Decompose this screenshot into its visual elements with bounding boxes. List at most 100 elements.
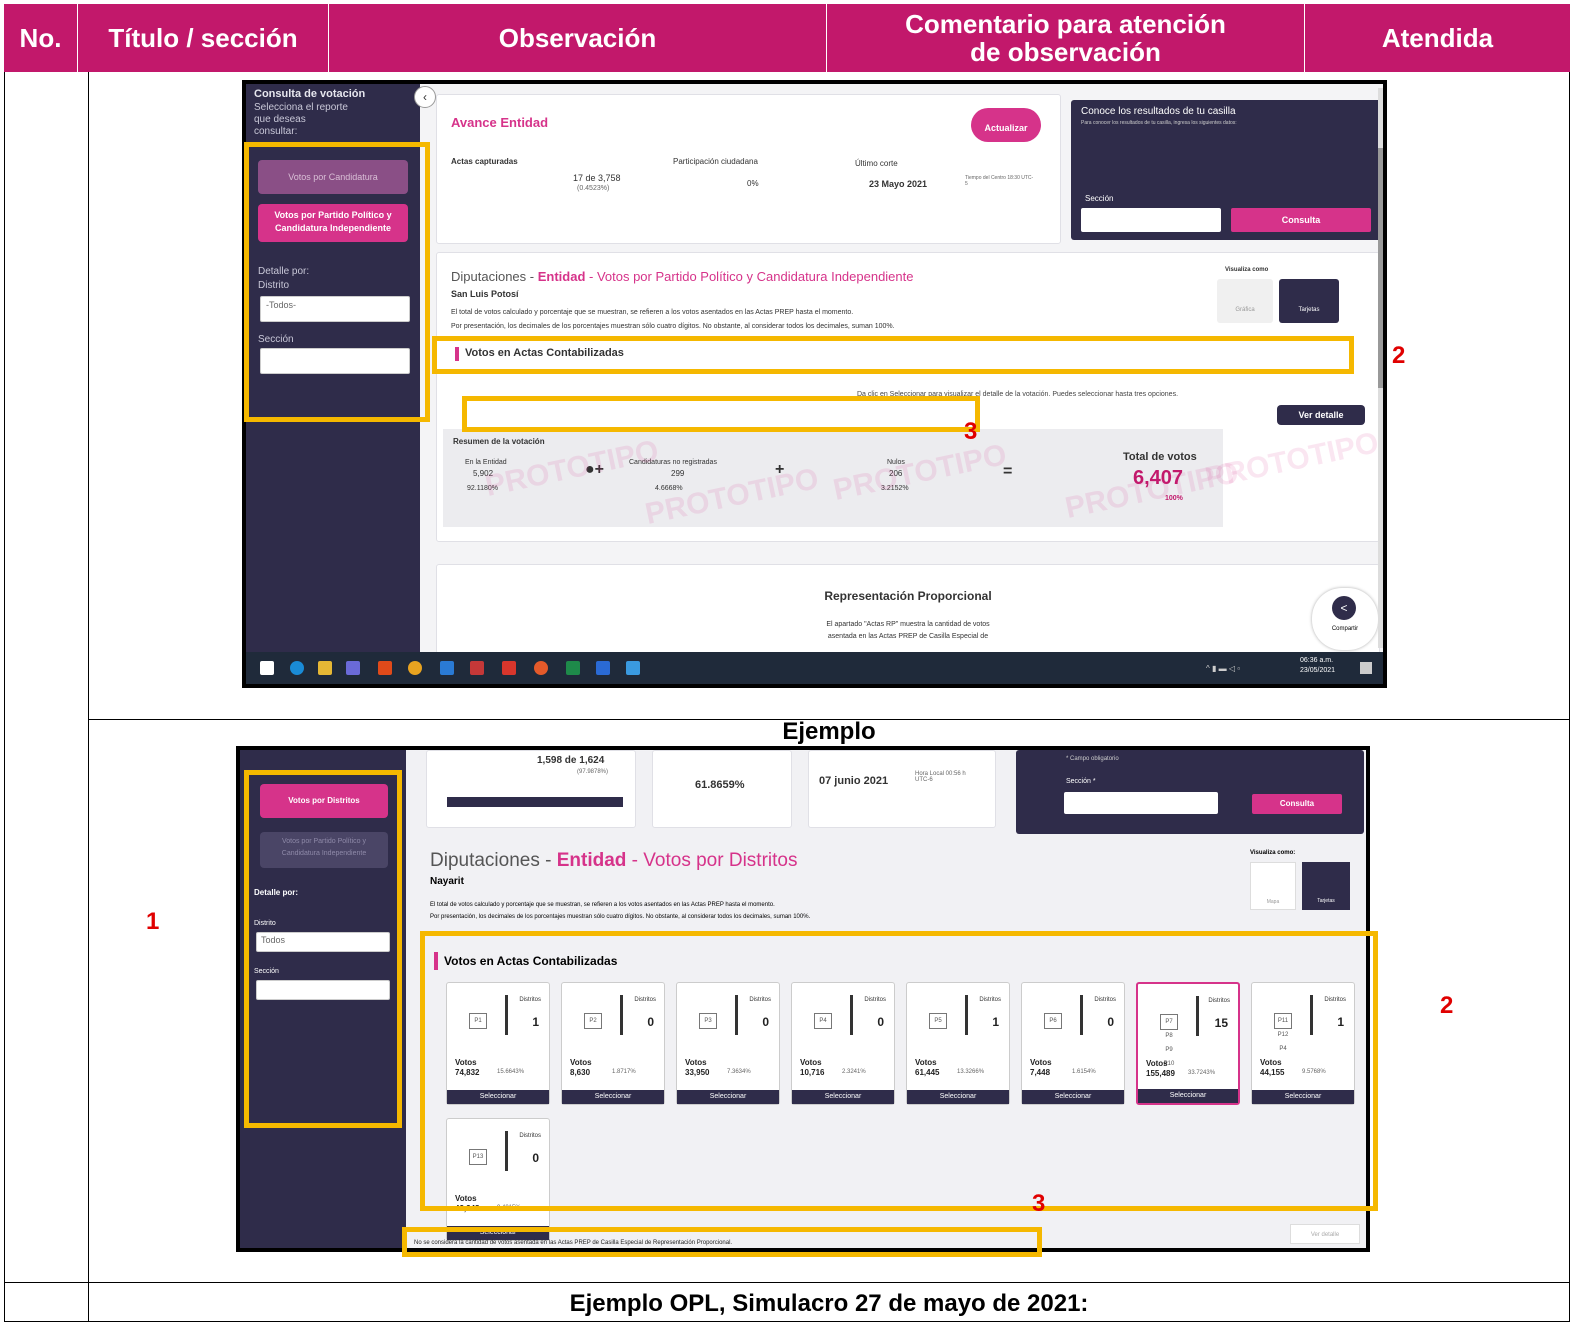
heading-suffix-2: - Votos por Distritos (626, 850, 798, 871)
edge-icon[interactable] (290, 661, 304, 675)
note-2: Por presentación, los decimales de los p… (451, 323, 895, 330)
note-2-2: Por presentación, los decimales de los p… (430, 914, 811, 920)
header-comentario: Comentario para atención de observación (827, 4, 1305, 72)
grid-row-divider-2 (4, 1282, 1570, 1283)
clock-date: 23/05/2021 (1300, 667, 1336, 674)
heading-prefix: Diputaciones - (451, 269, 538, 284)
compartir-share-button[interactable]: < Compartir (1312, 588, 1378, 650)
scrollbar[interactable] (1378, 88, 1383, 648)
heading-prefix-2: Diputaciones - (430, 850, 557, 871)
casilla-seccion-label: Sección (1085, 194, 1114, 203)
heading-entidad: Entidad (537, 269, 586, 284)
sidebar-subtitle: Selecciona el reporte que deseas consult… (254, 102, 348, 137)
app-icon-3[interactable] (470, 661, 484, 675)
grafica-toggle[interactable]: Gráfica (1217, 279, 1273, 323)
no-reg-value: 299 (671, 469, 685, 478)
casilla-consulta-button[interactable]: Consulta (1231, 208, 1371, 232)
mapa-toggle[interactable]: Mapa (1250, 862, 1296, 910)
rp-section: Representación Proporcional El apartado … (436, 564, 1380, 654)
avance-card: Avance Entidad Actas capturadas 17 de 3,… (436, 94, 1061, 244)
casilla-panel: Conoce los resultados de tu casilla Para… (1071, 100, 1381, 240)
notification-icon[interactable] (1360, 662, 1372, 674)
teams-icon[interactable] (346, 661, 360, 675)
marker-3-shot2: 3 (1032, 1190, 1046, 1217)
ver-detalle-button-2[interactable]: Ver detalle (1290, 1224, 1360, 1244)
corte-time: Tiempo del Centro 18:30 UTC-5 (965, 175, 1034, 187)
casilla-hint: Para conocer los resultados de tu casill… (1081, 120, 1237, 126)
tarjetas-toggle-2[interactable]: Tarjetas (1302, 862, 1350, 910)
header-atendida: Atendida (1305, 4, 1570, 72)
marker-3-shot1: 3 (964, 418, 978, 445)
scrollbar-thumb[interactable] (1378, 148, 1383, 388)
grid-left-border (4, 72, 5, 1322)
rp-title: Representación Proporcional (824, 589, 992, 603)
rp-text-2: asentada en las Actas PREP de Casilla Es… (827, 633, 989, 640)
participacion-value-2: 61.8659% (695, 779, 745, 791)
app-icon-1[interactable] (378, 661, 392, 675)
clock-time: 06:36 a.m. (1300, 657, 1334, 664)
highlight-select-area-1 (462, 396, 980, 432)
caption-ejemplo: Ejemplo (782, 718, 876, 745)
participacion-card-2: 61.8659% (652, 750, 792, 828)
actas-progress (447, 797, 623, 807)
explorer-icon[interactable] (318, 661, 332, 675)
visualiza-label-2: Visualiza como: (1250, 850, 1296, 856)
participacion-label: Participación ciudadana (673, 157, 758, 166)
heading-suffix: - Votos por Partido Político y Candidatu… (585, 269, 914, 284)
marker-2-shot1: 2 (1392, 342, 1406, 369)
chrome-icon[interactable] (408, 661, 422, 675)
grid-right-border (1569, 72, 1570, 1322)
corte-value-2: 07 junio 2021 (819, 775, 889, 787)
header-observacion: Observación (329, 4, 827, 72)
app-icon-6[interactable] (626, 661, 640, 675)
compartir-label: Compartir (1331, 626, 1359, 632)
highlight-cards-2 (420, 931, 1378, 1211)
resumen-title: Resumen de la votación (453, 437, 545, 446)
tarjetas-toggle[interactable]: Tarjetas (1279, 279, 1339, 323)
header-titulo: Título / sección (78, 4, 329, 72)
actas-label: Actas capturadas (451, 157, 518, 166)
participacion-value: 0% (747, 179, 759, 188)
row-number: 1 (146, 908, 160, 935)
corte-label: Último corte (855, 159, 898, 168)
sidebar-title: Consulta de votación (254, 88, 366, 100)
entidad-label: En la Entidad (465, 459, 507, 466)
highlight-rp-note-2 (402, 1227, 1042, 1257)
rp-text-1: El apartado "Actas RP" muestra la cantid… (826, 621, 990, 628)
share-icon: < (1332, 596, 1356, 620)
collapse-chevron-icon[interactable]: ‹ (414, 86, 436, 108)
casilla-consulta-button-2[interactable]: Consulta (1252, 794, 1342, 814)
app-icon-2[interactable] (440, 661, 454, 675)
avance-title: Avance Entidad (451, 115, 549, 130)
actas-pct: (0.4523%) (577, 185, 610, 192)
corte-card-2: 07 junio 2021 Hora Local 00:56 h UTC-6 (808, 750, 996, 828)
app-icon-4[interactable] (534, 661, 548, 675)
casilla-seccion-input[interactable] (1081, 208, 1221, 232)
casilla-panel-2: * Campo obligatorio Sección * Consulta (1016, 750, 1364, 834)
actas-card-2: 1,598 de 1,624 (97.9878%) (426, 750, 636, 828)
grid-col-divider (88, 72, 89, 1322)
highlight-sidebar-2 (244, 770, 402, 1128)
ver-detalle-button[interactable]: Ver detalle (1277, 405, 1365, 425)
app-icon-5[interactable] (596, 661, 610, 675)
system-tray-icons[interactable]: ^ ▮ ▬ ◁ ▫ (1206, 664, 1240, 673)
actas-pct-2: (97.9878%) (577, 769, 609, 775)
heading-entidad-2: Entidad (556, 850, 627, 871)
marker-2-shot2: 2 (1440, 992, 1454, 1019)
caption-ejemplo-opl: Ejemplo OPL, Simulacro 27 de mayo de 202… (569, 1290, 1089, 1317)
visualiza-label: Visualiza como (1225, 267, 1269, 273)
section-heading-2: Diputaciones - Entidad - Votos por Distr… (430, 850, 797, 872)
windows-taskbar: ^ ▮ ▬ ◁ ▫ 06:36 a.m. 23/05/2021 (246, 652, 1383, 684)
casilla-seccion-input-2[interactable] (1064, 792, 1218, 814)
windows-start-icon[interactable] (260, 661, 274, 675)
highlight-section-title-1 (432, 336, 1354, 374)
highlight-sidebar-1 (244, 142, 430, 422)
excel-icon[interactable] (566, 661, 580, 675)
actualizar-button[interactable]: Actualizar (971, 108, 1041, 142)
corte-time-2: Hora Local 00:56 h UTC-6 (915, 771, 966, 783)
header-no: No. (4, 4, 78, 72)
campos-label: * Campo obligatorio (1066, 756, 1119, 762)
note-1-2: El total de votos calculado y porcentaje… (430, 902, 775, 908)
acrobat-icon[interactable] (502, 661, 516, 675)
state-name: San Luis Potosí (451, 289, 519, 299)
